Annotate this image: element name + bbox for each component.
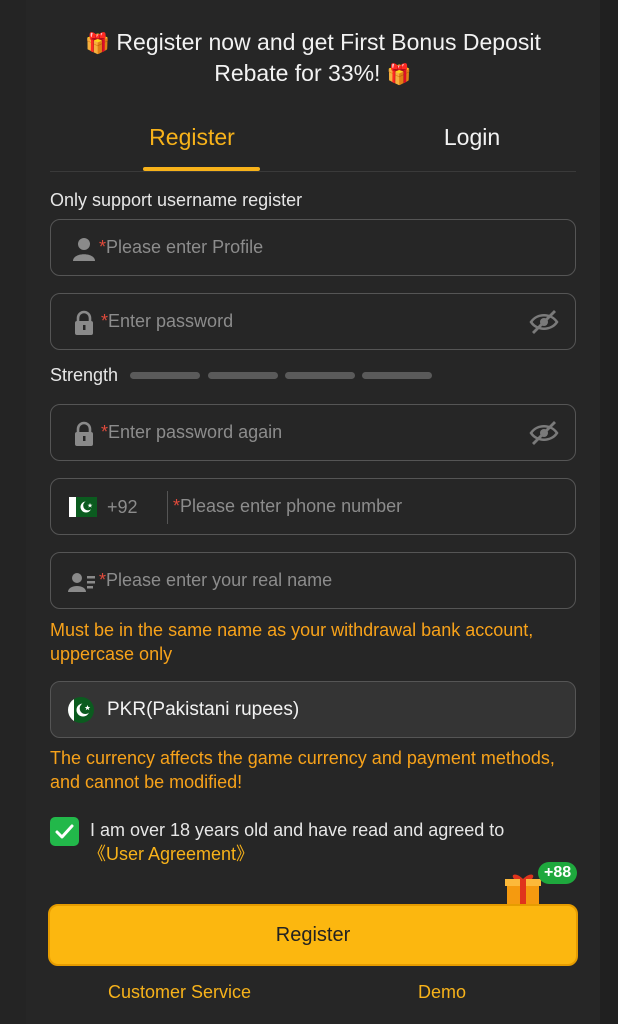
register-button[interactable]: Register	[48, 904, 578, 966]
demo-link[interactable]: Demo	[418, 982, 466, 1003]
pakistan-flag-icon	[68, 697, 94, 723]
register-panel: 🎁 Register now and get First Bonus Depos…	[26, 0, 600, 1024]
promo-banner: 🎁 Register now and get First Bonus Depos…	[26, 28, 600, 90]
password-placeholder: *Enter password	[101, 311, 234, 331]
promo-line-1: Register now and get First Bonus Deposit	[116, 29, 541, 55]
currency-warning: The currency affects the game currency a…	[50, 748, 555, 792]
active-tab-indicator	[143, 167, 260, 171]
pakistan-flag-icon	[69, 497, 97, 517]
phone-input[interactable]: +92 *Please enter phone number	[50, 478, 576, 535]
password-input[interactable]: *Enter password	[50, 293, 576, 350]
gift-box-icon	[505, 874, 541, 904]
confirm-password-input[interactable]: *Enter password again	[50, 404, 576, 461]
tab-login[interactable]: Login	[402, 124, 542, 151]
realname-placeholder: *Please enter your real name	[99, 570, 333, 590]
user-agreement-link[interactable]: 《User Agreement》	[88, 842, 504, 866]
bonus-gift[interactable]: +88	[504, 862, 594, 908]
currency-value: PKR(Pakistani rupees)	[107, 699, 300, 720]
phone-country-code[interactable]: +92	[107, 497, 138, 518]
tab-register[interactable]: Register	[134, 124, 250, 151]
checkmark-icon	[55, 824, 74, 839]
strength-bar	[130, 372, 200, 379]
auth-tabs: Register Login	[50, 116, 576, 172]
currency-select[interactable]: PKR(Pakistani rupees)	[50, 681, 576, 738]
strength-bar	[208, 372, 278, 379]
realname-warning: Must be in the same name as your withdra…	[50, 620, 534, 664]
phone-divider	[167, 491, 168, 524]
user-icon	[73, 238, 95, 261]
agree-label: I am over 18 years old and have read and…	[90, 820, 505, 840]
phone-placeholder: *Please enter phone number	[173, 496, 403, 516]
gift-icon: 🎁	[386, 64, 412, 86]
background-right	[598, 0, 618, 1024]
promo-line-2: Rebate for 33%!	[214, 60, 381, 86]
lock-icon	[75, 421, 93, 446]
lock-icon	[75, 310, 93, 335]
confirm-password-placeholder: *Enter password again	[101, 422, 283, 442]
agree-checkbox[interactable]	[50, 817, 79, 846]
profile-placeholder: *Please enter Profile	[99, 237, 264, 257]
profile-input[interactable]: *Please enter Profile	[50, 219, 576, 276]
realname-input[interactable]: *Please enter your real name	[50, 552, 576, 609]
bonus-badge: +88	[538, 862, 578, 884]
eye-off-icon[interactable]	[529, 309, 559, 335]
gift-icon: 🎁	[85, 33, 111, 55]
strength-label: Strength	[50, 365, 119, 385]
customer-service-link[interactable]: Customer Service	[108, 982, 251, 1003]
strength-bar	[362, 372, 432, 379]
strength-bar	[285, 372, 355, 379]
agreement-text: I am over 18 years old and have read and…	[88, 818, 505, 866]
register-hint: Only support username register	[50, 190, 303, 210]
id-card-icon	[68, 573, 95, 592]
eye-off-icon[interactable]	[529, 420, 559, 446]
